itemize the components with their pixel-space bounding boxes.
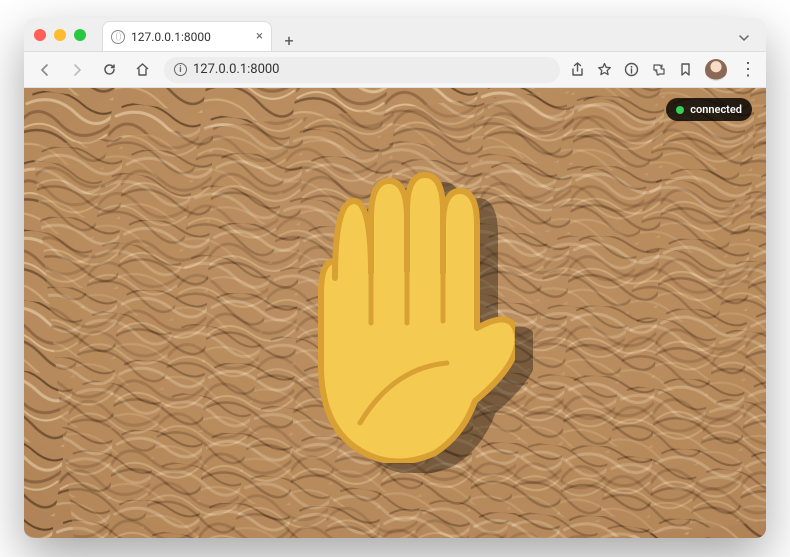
bookmark-icon[interactable] — [678, 62, 693, 77]
reload-button[interactable] — [98, 60, 121, 79]
toolbar-right: ⋮ — [570, 59, 756, 81]
globe-icon — [111, 30, 125, 44]
close-tab-icon[interactable]: × — [256, 29, 263, 44]
extensions-icon[interactable] — [651, 62, 666, 77]
maximize-window-button[interactable] — [74, 29, 86, 41]
profile-avatar[interactable] — [705, 59, 727, 81]
star-icon[interactable] — [597, 62, 612, 77]
info-circle-icon[interactable] — [624, 62, 639, 77]
raised-hand-icon — [275, 163, 515, 463]
tab-overflow-icon[interactable] — [732, 28, 756, 51]
page-viewport: connected — [24, 88, 766, 538]
connection-status-badge: connected — [666, 98, 752, 121]
browser-window: 127.0.0.1:8000 × + i 127.0.0.1:8000 — [24, 18, 766, 538]
new-tab-button[interactable]: + — [278, 29, 300, 51]
menu-icon[interactable]: ⋮ — [739, 59, 756, 80]
share-icon[interactable] — [570, 62, 585, 77]
home-button[interactable] — [131, 60, 154, 79]
address-bar[interactable]: i 127.0.0.1:8000 — [164, 57, 560, 83]
tab-strip: 127.0.0.1:8000 × + — [102, 18, 756, 51]
toolbar: i 127.0.0.1:8000 ⋮ — [24, 52, 766, 88]
window-controls — [34, 29, 86, 41]
titlebar: 127.0.0.1:8000 × + — [24, 18, 766, 52]
status-dot-icon — [676, 106, 684, 114]
forward-button[interactable] — [66, 61, 88, 79]
browser-tab[interactable]: 127.0.0.1:8000 × — [102, 21, 272, 51]
back-button[interactable] — [34, 61, 56, 79]
status-label: connected — [690, 103, 742, 116]
tab-title: 127.0.0.1:8000 — [131, 30, 211, 44]
minimize-window-button[interactable] — [54, 29, 66, 41]
close-window-button[interactable] — [34, 29, 46, 41]
info-icon[interactable]: i — [174, 63, 187, 76]
address-text: 127.0.0.1:8000 — [193, 62, 280, 77]
